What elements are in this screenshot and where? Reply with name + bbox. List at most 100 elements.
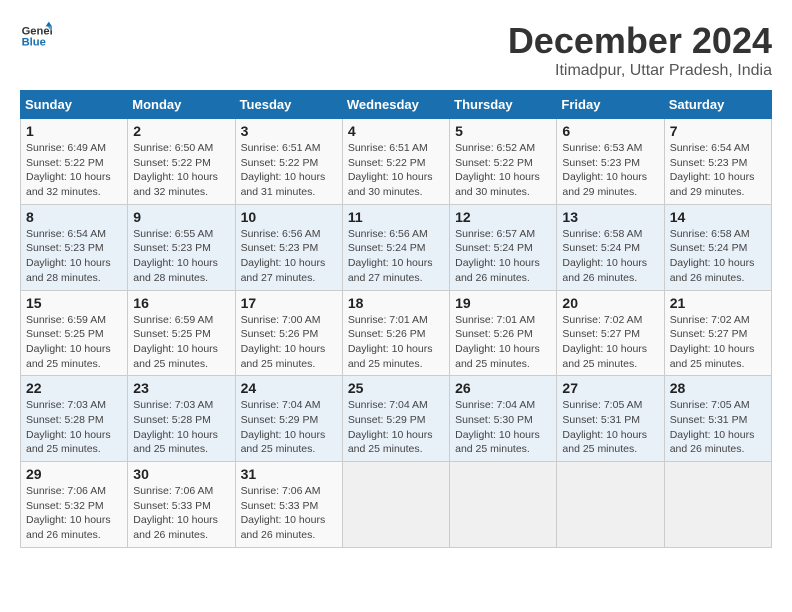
calendar-cell (664, 462, 771, 548)
day-number: 23 (133, 380, 229, 396)
calendar-table: SundayMondayTuesdayWednesdayThursdayFrid… (20, 90, 772, 548)
calendar-cell: 3 Sunrise: 6:51 AM Sunset: 5:22 PM Daylig… (235, 119, 342, 205)
day-info: Sunrise: 6:51 AM Sunset: 5:22 PM Dayligh… (241, 141, 337, 200)
calendar-cell: 19 Sunrise: 7:01 AM Sunset: 5:26 PM Dayli… (450, 290, 557, 376)
day-number: 3 (241, 123, 337, 139)
calendar-cell: 11Sunrise: 6:56 AM Sunset: 5:24 PM Dayli… (342, 204, 449, 290)
calendar-subtitle: Itimadpur, Uttar Pradesh, India (508, 62, 772, 80)
calendar-cell: 26Sunrise: 7:04 AM Sunset: 5:30 PM Dayli… (450, 376, 557, 462)
day-number: 27 (562, 380, 658, 396)
day-number: 20 (562, 295, 658, 311)
day-number: 30 (133, 466, 229, 482)
day-number: 31 (241, 466, 337, 482)
day-number: 25 (348, 380, 444, 396)
day-info: Sunrise: 6:56 AM Sunset: 5:24 PM Dayligh… (348, 227, 444, 286)
day-number: 2 (133, 123, 229, 139)
day-info: Sunrise: 6:50 AM Sunset: 5:22 PM Dayligh… (133, 141, 229, 200)
calendar-cell: 24Sunrise: 7:04 AM Sunset: 5:29 PM Dayli… (235, 376, 342, 462)
day-info: Sunrise: 6:57 AM Sunset: 5:24 PM Dayligh… (455, 227, 551, 286)
day-info: Sunrise: 7:02 AM Sunset: 5:27 PM Dayligh… (670, 313, 766, 372)
day-number: 15 (26, 295, 122, 311)
calendar-cell: 14 Sunrise: 6:58 AM Sunset: 5:24 PM Dayli… (664, 204, 771, 290)
column-header-saturday: Saturday (664, 91, 771, 119)
day-number: 4 (348, 123, 444, 139)
day-number: 21 (670, 295, 766, 311)
day-number: 13 (562, 209, 658, 225)
calendar-cell: 7 Sunrise: 6:54 AM Sunset: 5:23 PM Daylig… (664, 119, 771, 205)
day-info: Sunrise: 7:01 AM Sunset: 5:26 PM Dayligh… (455, 313, 551, 372)
title-block: December 2024 Itimadpur, Uttar Pradesh, … (508, 20, 772, 80)
calendar-title: December 2024 (508, 20, 772, 62)
day-number: 1 (26, 123, 122, 139)
day-info: Sunrise: 7:04 AM Sunset: 5:29 PM Dayligh… (348, 398, 444, 457)
day-info: Sunrise: 7:06 AM Sunset: 5:33 PM Dayligh… (241, 484, 337, 543)
day-info: Sunrise: 6:58 AM Sunset: 5:24 PM Dayligh… (562, 227, 658, 286)
day-info: Sunrise: 7:01 AM Sunset: 5:26 PM Dayligh… (348, 313, 444, 372)
calendar-cell: 12 Sunrise: 6:57 AM Sunset: 5:24 PM Dayli… (450, 204, 557, 290)
calendar-cell: 30Sunrise: 7:06 AM Sunset: 5:33 PM Dayli… (128, 462, 235, 548)
column-header-monday: Monday (128, 91, 235, 119)
calendar-cell (557, 462, 664, 548)
day-info: Sunrise: 7:02 AM Sunset: 5:27 PM Dayligh… (562, 313, 658, 372)
calendar-cell: 13 Sunrise: 6:58 AM Sunset: 5:24 PM Dayli… (557, 204, 664, 290)
day-info: Sunrise: 6:54 AM Sunset: 5:23 PM Dayligh… (670, 141, 766, 200)
day-number: 19 (455, 295, 551, 311)
calendar-week-5: 29 Sunrise: 7:06 AM Sunset: 5:32 PM Dayli… (21, 462, 772, 548)
calendar-cell: 2 Sunrise: 6:50 AM Sunset: 5:22 PM Daylig… (128, 119, 235, 205)
column-header-wednesday: Wednesday (342, 91, 449, 119)
logo: General Blue (20, 20, 52, 52)
day-number: 29 (26, 466, 122, 482)
svg-text:Blue: Blue (22, 37, 46, 49)
calendar-cell: 23 Sunrise: 7:03 AM Sunset: 5:28 PM Dayli… (128, 376, 235, 462)
svg-text:General: General (22, 25, 52, 37)
day-info: Sunrise: 7:03 AM Sunset: 5:28 PM Dayligh… (133, 398, 229, 457)
day-info: Sunrise: 6:53 AM Sunset: 5:23 PM Dayligh… (562, 141, 658, 200)
calendar-cell: 20 Sunrise: 7:02 AM Sunset: 5:27 PM Dayli… (557, 290, 664, 376)
calendar-week-4: 22 Sunrise: 7:03 AM Sunset: 5:28 PM Dayli… (21, 376, 772, 462)
calendar-cell: 22 Sunrise: 7:03 AM Sunset: 5:28 PM Dayli… (21, 376, 128, 462)
day-number: 22 (26, 380, 122, 396)
day-number: 9 (133, 209, 229, 225)
day-number: 26 (455, 380, 551, 396)
header-row: SundayMondayTuesdayWednesdayThursdayFrid… (21, 91, 772, 119)
calendar-week-3: 15 Sunrise: 6:59 AM Sunset: 5:25 PM Dayli… (21, 290, 772, 376)
day-number: 12 (455, 209, 551, 225)
day-info: Sunrise: 7:00 AM Sunset: 5:26 PM Dayligh… (241, 313, 337, 372)
calendar-cell: 8Sunrise: 6:54 AM Sunset: 5:23 PM Daylig… (21, 204, 128, 290)
calendar-cell: 16Sunrise: 6:59 AM Sunset: 5:25 PM Dayli… (128, 290, 235, 376)
calendar-cell: 27 Sunrise: 7:05 AM Sunset: 5:31 PM Dayli… (557, 376, 664, 462)
page-header: General Blue December 2024 Itimadpur, Ut… (20, 20, 772, 80)
calendar-cell: 18 Sunrise: 7:01 AM Sunset: 5:26 PM Dayli… (342, 290, 449, 376)
day-number: 17 (241, 295, 337, 311)
column-header-tuesday: Tuesday (235, 91, 342, 119)
day-info: Sunrise: 7:05 AM Sunset: 5:31 PM Dayligh… (670, 398, 766, 457)
calendar-cell: 15 Sunrise: 6:59 AM Sunset: 5:25 PM Dayli… (21, 290, 128, 376)
day-info: Sunrise: 6:56 AM Sunset: 5:23 PM Dayligh… (241, 227, 337, 286)
day-info: Sunrise: 7:03 AM Sunset: 5:28 PM Dayligh… (26, 398, 122, 457)
calendar-week-1: 1 Sunrise: 6:49 AM Sunset: 5:22 PM Daylig… (21, 119, 772, 205)
calendar-cell: 9Sunrise: 6:55 AM Sunset: 5:23 PM Daylig… (128, 204, 235, 290)
day-number: 14 (670, 209, 766, 225)
calendar-cell: 28Sunrise: 7:05 AM Sunset: 5:31 PM Dayli… (664, 376, 771, 462)
day-number: 10 (241, 209, 337, 225)
calendar-cell: 1 Sunrise: 6:49 AM Sunset: 5:22 PM Daylig… (21, 119, 128, 205)
calendar-cell: 6 Sunrise: 6:53 AM Sunset: 5:23 PM Daylig… (557, 119, 664, 205)
calendar-cell: 5 Sunrise: 6:52 AM Sunset: 5:22 PM Daylig… (450, 119, 557, 205)
day-info: Sunrise: 6:58 AM Sunset: 5:24 PM Dayligh… (670, 227, 766, 286)
day-info: Sunrise: 6:54 AM Sunset: 5:23 PM Dayligh… (26, 227, 122, 286)
logo-icon: General Blue (20, 20, 52, 52)
calendar-cell (342, 462, 449, 548)
day-info: Sunrise: 6:49 AM Sunset: 5:22 PM Dayligh… (26, 141, 122, 200)
calendar-cell: 17 Sunrise: 7:00 AM Sunset: 5:26 PM Dayli… (235, 290, 342, 376)
day-info: Sunrise: 7:06 AM Sunset: 5:32 PM Dayligh… (26, 484, 122, 543)
day-number: 5 (455, 123, 551, 139)
calendar-cell: 10 Sunrise: 6:56 AM Sunset: 5:23 PM Dayli… (235, 204, 342, 290)
day-info: Sunrise: 6:59 AM Sunset: 5:25 PM Dayligh… (26, 313, 122, 372)
day-number: 18 (348, 295, 444, 311)
day-number: 6 (562, 123, 658, 139)
day-number: 7 (670, 123, 766, 139)
day-info: Sunrise: 6:51 AM Sunset: 5:22 PM Dayligh… (348, 141, 444, 200)
day-number: 24 (241, 380, 337, 396)
day-info: Sunrise: 7:05 AM Sunset: 5:31 PM Dayligh… (562, 398, 658, 457)
day-info: Sunrise: 6:52 AM Sunset: 5:22 PM Dayligh… (455, 141, 551, 200)
